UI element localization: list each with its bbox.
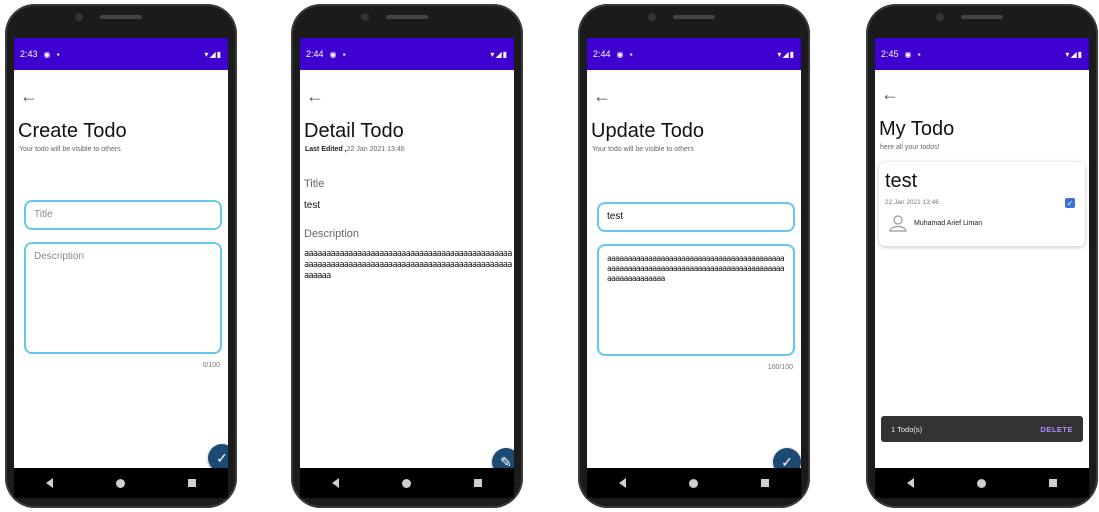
title-label: Title <box>304 178 325 190</box>
page-title: Update Todo <box>591 120 705 142</box>
screen-my-todo: 2:45 ◉ ▪ ▾◢▮ ← My Todo here all your tod… <box>875 38 1089 468</box>
page-subtitle: Your todo will be visible to others <box>19 146 121 153</box>
title-placeholder: Title <box>34 209 53 220</box>
nav-home-icon[interactable] <box>688 478 698 488</box>
camera-dot <box>361 13 369 21</box>
todo-card[interactable]: test 22 Jan 2021 13:46 ✓ Muhamad Arief L… <box>879 162 1085 246</box>
notification-icons: ◉ ▪ <box>616 49 635 59</box>
title-input[interactable]: test <box>597 202 795 232</box>
check-icon: ✓ <box>781 453 793 469</box>
page-title: Detail Todo <box>304 120 404 142</box>
android-nav-bar <box>587 468 801 498</box>
save-button[interactable]: ✓ <box>773 448 801 468</box>
title-value: test <box>304 200 321 211</box>
nav-home-icon[interactable] <box>401 478 411 488</box>
signal-battery-icons: ▾◢▮ <box>490 49 508 59</box>
android-nav-bar <box>14 468 228 498</box>
phone-update-todo: 2:44 ◉ ▪ ▾◢▮ ← Update Todo Your todo wil… <box>578 4 810 508</box>
status-time: 2:44 <box>593 49 611 59</box>
back-arrow-icon[interactable]: ← <box>20 86 38 107</box>
description-label: Description <box>304 228 360 240</box>
todo-title: test <box>885 170 918 192</box>
pencil-icon: ✎ <box>500 453 512 469</box>
status-bar: 2:44 ◉ ▪ ▾◢▮ <box>300 38 514 70</box>
page-subtitle: Your todo will be visible to others <box>592 146 694 153</box>
nav-recents-icon[interactable] <box>761 479 770 487</box>
android-nav-bar <box>300 468 514 498</box>
todo-checkbox[interactable]: ✓ <box>1065 198 1075 208</box>
edit-button[interactable]: ✎ <box>492 448 514 468</box>
speaker-grille <box>961 15 1003 19</box>
char-counter: 100/100 <box>767 364 793 371</box>
speaker-grille <box>100 15 142 19</box>
camera-dot <box>648 13 656 21</box>
save-button[interactable]: ✓ <box>208 444 228 468</box>
page-title: My Todo <box>879 118 955 140</box>
description-input-value: aaaaaaaaaaaaaaaaaaaaaaaaaaaaaaaaaaaaaaaa… <box>607 254 785 283</box>
selected-count: 1 Todo(s) <box>891 424 923 434</box>
back-arrow-icon[interactable]: ← <box>593 86 611 107</box>
nav-back-icon[interactable] <box>331 478 339 488</box>
camera-dot <box>936 13 944 21</box>
status-bar: 2:45 ◉ ▪ ▾◢▮ <box>875 38 1089 70</box>
title-input-value: test <box>607 211 624 222</box>
back-arrow-icon[interactable]: ← <box>881 84 899 105</box>
check-icon: ✓ <box>216 449 228 466</box>
speaker-grille <box>673 15 715 19</box>
camera-dot <box>75 13 83 21</box>
signal-battery-icons: ▾◢▮ <box>777 49 795 59</box>
page-subtitle: here all your todos! <box>880 144 940 151</box>
person-icon <box>889 215 907 232</box>
page-title: Create Todo <box>18 120 127 142</box>
nav-recents-icon[interactable] <box>474 479 483 487</box>
status-time: 2:45 <box>881 49 899 59</box>
description-input[interactable]: aaaaaaaaaaaaaaaaaaaaaaaaaaaaaaaaaaaaaaaa… <box>597 244 795 356</box>
screen-create-todo: 2:43 ◉ ▪ ▾◢▮ ← Create Todo Your todo wil… <box>14 38 228 468</box>
status-time: 2:44 <box>306 49 324 59</box>
last-edited-label: Last Edited , <box>305 146 347 153</box>
description-placeholder: Description <box>34 251 85 262</box>
nav-recents-icon[interactable] <box>1049 479 1058 487</box>
phone-detail-todo: 2:44 ◉ ▪ ▾◢▮ ← Detail Todo Last Edited ,… <box>291 4 523 508</box>
phone-create-todo: 2:43 ◉ ▪ ▾◢▮ ← Create Todo Your todo wil… <box>5 4 237 508</box>
screen-detail-todo: 2:44 ◉ ▪ ▾◢▮ ← Detail Todo Last Edited ,… <box>300 38 514 468</box>
todo-date: 22 Jan 2021 13:46 <box>885 199 939 206</box>
delete-button[interactable]: DELETE <box>1040 425 1073 434</box>
title-input[interactable]: Title <box>24 200 222 230</box>
last-edited-value: 22 Jan 2021 13:46 <box>346 146 405 153</box>
todo-author: Muhamad Arief Liman <box>914 220 983 227</box>
speaker-grille <box>386 15 428 19</box>
selection-snackbar: 1 Todo(s) DELETE <box>881 416 1083 442</box>
nav-home-icon[interactable] <box>976 478 986 488</box>
screen-update-todo: 2:44 ◉ ▪ ▾◢▮ ← Update Todo Your todo wil… <box>587 38 801 468</box>
back-arrow-icon[interactable]: ← <box>306 86 324 107</box>
nav-recents-icon[interactable] <box>188 479 197 487</box>
android-nav-bar <box>875 468 1089 498</box>
description-value: aaaaaaaaaaaaaaaaaaaaaaaaaaaaaaaaaaaaaaaa… <box>304 249 512 281</box>
nav-home-icon[interactable] <box>115 478 125 488</box>
description-input[interactable]: Description <box>24 242 222 354</box>
status-time: 2:43 <box>20 49 38 59</box>
status-bar: 2:44 ◉ ▪ ▾◢▮ <box>587 38 801 70</box>
nav-back-icon[interactable] <box>45 478 53 488</box>
nav-back-icon[interactable] <box>618 478 626 488</box>
char-counter: 0/100 <box>202 362 220 369</box>
notification-icons: ◉ ▪ <box>904 49 923 59</box>
notification-icons: ◉ ▪ <box>329 49 348 59</box>
phone-my-todo: 2:45 ◉ ▪ ▾◢▮ ← My Todo here all your tod… <box>866 4 1098 508</box>
nav-back-icon[interactable] <box>906 478 914 488</box>
signal-battery-icons: ▾◢▮ <box>204 49 222 59</box>
status-bar: 2:43 ◉ ▪ ▾◢▮ <box>14 38 228 70</box>
last-edited: Last Edited ,22 Jan 2021 13:46 <box>305 146 405 153</box>
signal-battery-icons: ▾◢▮ <box>1065 49 1083 59</box>
notification-icons: ◉ ▪ <box>43 49 62 59</box>
